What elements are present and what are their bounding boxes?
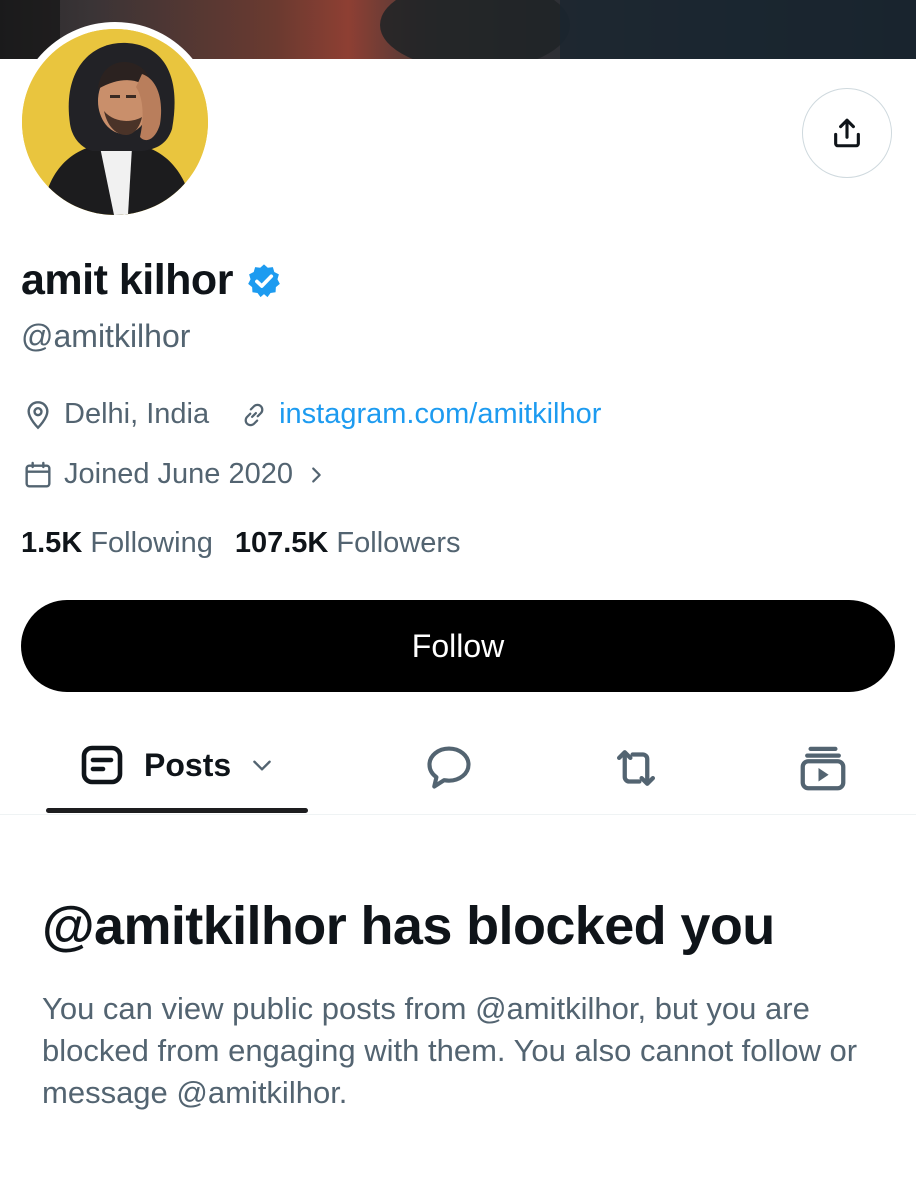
joined-row[interactable]: Joined June 2020 xyxy=(22,458,327,491)
banner-shape xyxy=(560,0,916,59)
verified-badge-icon[interactable] xyxy=(245,262,283,300)
avatar-illustration xyxy=(22,29,208,215)
followers-count: 107.5K xyxy=(234,527,329,559)
blocked-title: @amitkilhor has blocked you xyxy=(42,896,775,956)
followers-label: Followers xyxy=(336,527,461,559)
link-icon xyxy=(244,403,264,426)
chevron-down-icon[interactable] xyxy=(249,752,275,778)
tab-posts[interactable]: Posts xyxy=(78,741,275,789)
display-name: amit kilhor xyxy=(21,256,233,304)
location-icon xyxy=(27,400,49,429)
blocked-description: You can view public posts from @amitkilh… xyxy=(42,991,858,1110)
media-icon[interactable] xyxy=(796,741,850,795)
calendar-icon xyxy=(25,461,51,488)
chevron-right-icon xyxy=(312,466,321,483)
follow-button[interactable]: Follow xyxy=(21,600,895,692)
active-tab-indicator xyxy=(46,808,308,813)
tab-posts-label: Posts xyxy=(144,746,232,783)
avatar-ring xyxy=(15,22,215,222)
follow-counts: 1.5K Following 107.5K Followers xyxy=(21,527,461,560)
share-button[interactable] xyxy=(802,88,892,178)
avatar[interactable] xyxy=(22,29,208,215)
reposts-icon[interactable] xyxy=(609,741,663,795)
share-icon xyxy=(834,118,860,148)
location-text: Delhi, India xyxy=(64,398,210,430)
website-link[interactable]: instagram.com/amitkilhor xyxy=(279,398,601,431)
handle: @amitkilhor xyxy=(21,318,191,354)
following-label: Following xyxy=(90,527,213,559)
banner-shape xyxy=(380,0,570,59)
joined-text: Joined June 2020 xyxy=(64,458,293,490)
followers-link[interactable]: 107.5K Followers xyxy=(235,527,461,560)
posts-icon xyxy=(81,745,123,785)
following-link[interactable]: 1.5K Following xyxy=(21,527,213,560)
replies-icon[interactable] xyxy=(423,741,475,793)
name-row: amit kilhor xyxy=(21,256,283,305)
profile-tabs: Posts xyxy=(0,722,916,815)
following-count: 1.5K xyxy=(21,527,83,559)
profile-meta-row: Delhi, India instagram.com/amitkilhor xyxy=(22,398,601,431)
